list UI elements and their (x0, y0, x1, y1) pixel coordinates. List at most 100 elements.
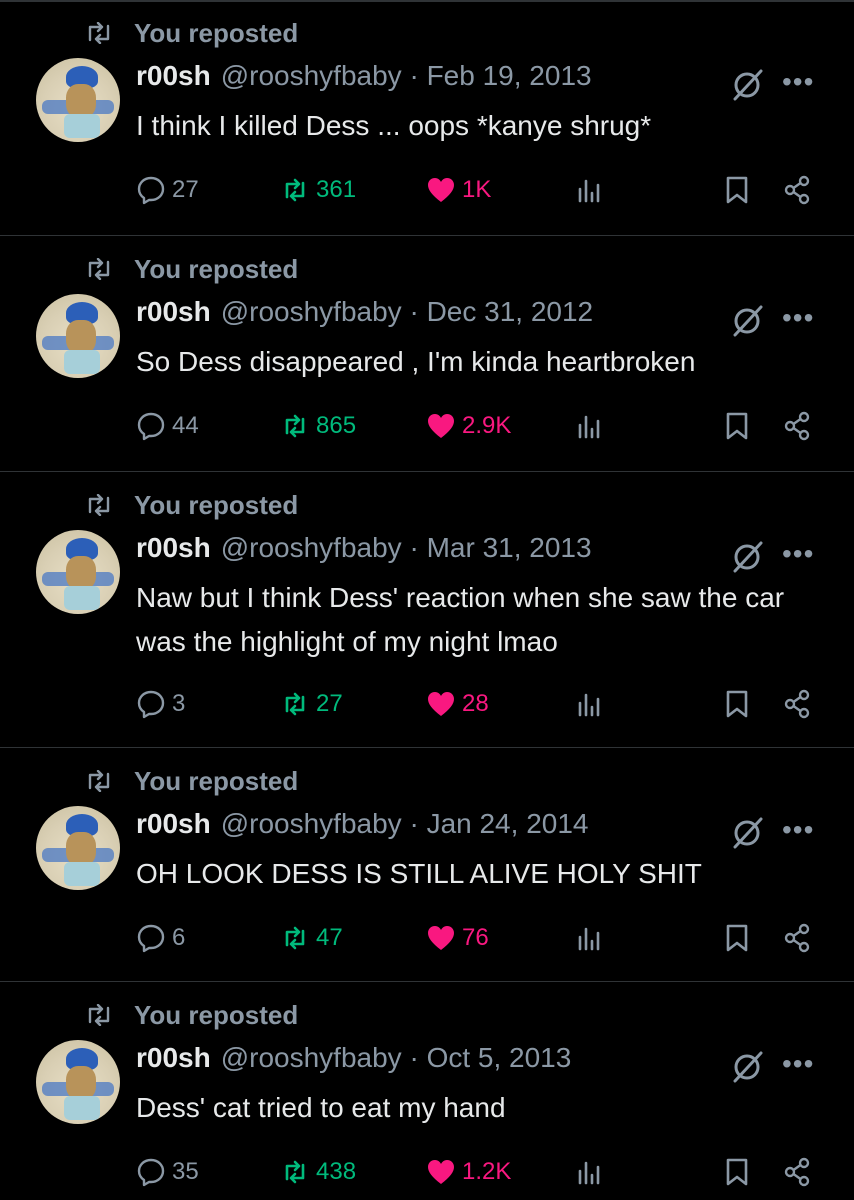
more-icon[interactable]: ••• (782, 538, 814, 570)
views-icon (578, 693, 600, 717)
retweet-icon (285, 1160, 305, 1184)
like-button[interactable]: 1K (426, 170, 491, 210)
tweet-header: r00sh @rooshyfbaby · Mar 31, 2013 (136, 532, 592, 564)
views-button[interactable] (574, 406, 610, 446)
tweet-text: I think I killed Dess ... oops *kanye sh… (136, 110, 652, 141)
tweet-header: r00sh @rooshyfbaby · Feb 19, 2013 (136, 60, 592, 92)
display-name[interactable]: r00sh (136, 808, 211, 840)
views-button[interactable] (574, 684, 610, 724)
repost-icon (88, 258, 110, 280)
handle-and-date[interactable]: @rooshyfbaby · Oct 5, 2013 (221, 1042, 572, 1074)
handle-and-date[interactable]: @rooshyfbaby · Jan 24, 2014 (221, 808, 589, 840)
tweet-card[interactable]: You reposted r00sh @rooshyfbaby · Mar 31… (0, 472, 854, 748)
handle-and-date[interactable]: @rooshyfbaby · Dec 31, 2012 (221, 296, 593, 328)
grok-icon[interactable] (730, 1050, 764, 1084)
repost-icon (88, 22, 110, 44)
handle-and-date[interactable]: @rooshyfbaby · Feb 19, 2013 (221, 60, 592, 92)
tweet-card[interactable]: You reposted r00sh @rooshyfbaby · Oct 5,… (0, 982, 854, 1200)
retweet-button[interactable]: 47 (280, 918, 343, 958)
share-button[interactable] (782, 170, 818, 210)
grok-icon[interactable] (730, 68, 764, 102)
bookmark-button[interactable] (722, 684, 758, 724)
share-icon (784, 411, 810, 441)
views-button[interactable] (574, 1152, 610, 1192)
more-icon[interactable]: ••• (782, 302, 814, 334)
share-button[interactable] (782, 918, 818, 958)
tweet-card[interactable]: You reposted r00sh @rooshyfbaby · Feb 19… (0, 0, 854, 236)
like-count: 28 (462, 690, 489, 717)
retweet-button[interactable]: 438 (280, 1152, 356, 1192)
retweet-button[interactable]: 865 (280, 406, 356, 446)
share-button[interactable] (782, 406, 818, 446)
action-bar: 6 47 76 (0, 918, 854, 958)
reply-button[interactable]: 44 (136, 406, 199, 446)
bookmark-icon (726, 924, 748, 952)
retweet-button[interactable]: 361 (280, 170, 356, 210)
retweet-count: 47 (316, 924, 343, 951)
grok-icon[interactable] (730, 540, 764, 574)
like-button[interactable]: 28 (426, 684, 489, 724)
display-name[interactable]: r00sh (136, 296, 211, 328)
repost-icon (88, 770, 110, 792)
heart-icon (428, 926, 454, 950)
tweet-card[interactable]: You reposted r00sh @rooshyfbaby · Jan 24… (0, 748, 854, 982)
views-icon (578, 415, 600, 439)
share-icon (784, 175, 810, 205)
avatar[interactable] (36, 806, 120, 890)
like-button[interactable]: 2.9K (426, 406, 511, 446)
more-icon[interactable]: ••• (782, 1048, 814, 1080)
reply-count: 3 (172, 690, 186, 717)
share-icon (784, 689, 810, 719)
reply-button[interactable]: 27 (136, 170, 199, 210)
repost-indicator: You reposted (84, 254, 298, 284)
display-name[interactable]: r00sh (136, 60, 211, 92)
retweet-icon (285, 926, 305, 950)
retweet-count: 361 (316, 176, 357, 203)
like-button[interactable]: 76 (426, 918, 489, 958)
bookmark-button[interactable] (722, 918, 758, 958)
grok-icon[interactable] (730, 304, 764, 338)
views-icon (578, 179, 600, 203)
repost-label: You reposted (134, 17, 299, 48)
tweet-header: r00sh @rooshyfbaby · Oct 5, 2013 (136, 1042, 571, 1074)
retweet-icon (285, 692, 305, 716)
action-bar: 27 361 1K (0, 170, 854, 210)
like-count: 76 (462, 924, 489, 951)
reply-icon (137, 176, 165, 205)
grok-icon[interactable] (730, 816, 764, 850)
handle-and-date[interactable]: @rooshyfbaby · Mar 31, 2013 (221, 532, 592, 564)
more-icon[interactable]: ••• (782, 814, 814, 846)
more-icon[interactable]: ••• (782, 66, 814, 98)
avatar[interactable] (36, 1040, 120, 1124)
views-button[interactable] (574, 918, 610, 958)
share-button[interactable] (782, 684, 818, 724)
heart-icon (428, 692, 454, 716)
avatar[interactable] (36, 530, 120, 614)
reply-button[interactable]: 3 (136, 684, 185, 724)
avatar[interactable] (36, 58, 120, 142)
bookmark-button[interactable] (722, 406, 758, 446)
display-name[interactable]: r00sh (136, 1042, 211, 1074)
repost-indicator: You reposted (84, 490, 298, 520)
share-button[interactable] (782, 1152, 818, 1192)
repost-indicator: You reposted (84, 766, 298, 796)
display-name[interactable]: r00sh (136, 532, 211, 564)
like-count: 2.9K (462, 412, 512, 439)
like-button[interactable]: 1.2K (426, 1152, 511, 1192)
share-icon (784, 1157, 810, 1187)
retweet-button[interactable]: 27 (280, 684, 343, 724)
views-icon (578, 1161, 600, 1185)
like-count: 1K (462, 176, 492, 203)
bookmark-button[interactable] (722, 1152, 758, 1192)
reply-button[interactable]: 6 (136, 918, 185, 958)
bookmark-icon (726, 176, 748, 204)
share-icon (784, 923, 810, 953)
tweet-text: OH LOOK DESS IS STILL ALIVE HOLY SHIT (136, 858, 702, 889)
tweet-card[interactable]: You reposted r00sh @rooshyfbaby · Dec 31… (0, 236, 854, 472)
bookmark-button[interactable] (722, 170, 758, 210)
avatar[interactable] (36, 294, 120, 378)
tweet-text: Naw but I think Dess' reaction when she … (136, 582, 785, 657)
views-button[interactable] (574, 170, 610, 210)
tweet-text: Dess' cat tried to eat my hand (136, 1092, 506, 1123)
reply-button[interactable]: 35 (136, 1152, 199, 1192)
